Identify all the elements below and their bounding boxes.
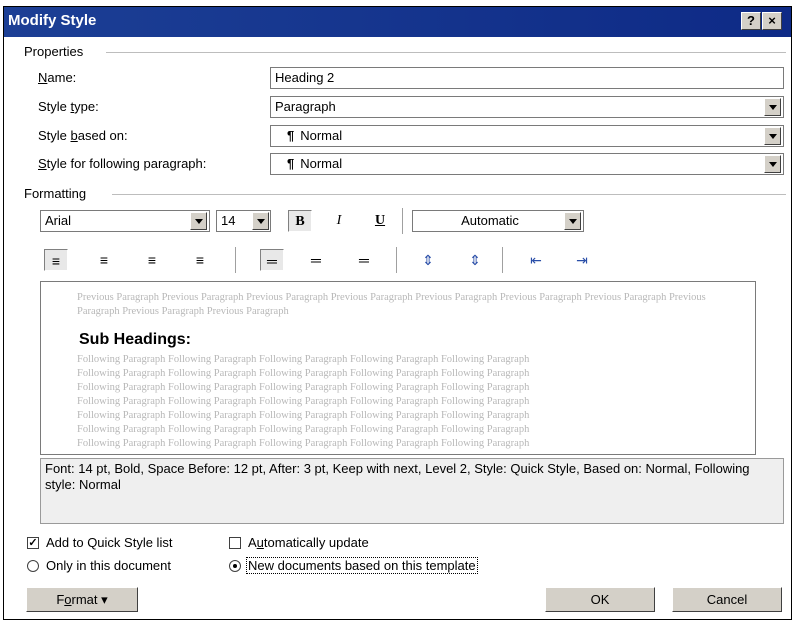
only-document-radio[interactable] (27, 560, 39, 572)
previous-paragraph-text: Previous Paragraph Previous Paragraph Pr… (77, 292, 706, 317)
increase-spacing-icon[interactable]: ⇕ (416, 249, 440, 271)
decrease-indent-icon[interactable]: ⇤ (524, 249, 548, 271)
following-line: Following Paragraph Following Paragraph … (77, 354, 530, 365)
based-on-select[interactable]: ¶ Normal (270, 125, 784, 147)
toolbar-separator (402, 208, 403, 234)
font-size-value: 14 (221, 213, 236, 228)
style-type-select[interactable]: Paragraph (270, 96, 784, 118)
title-bar[interactable] (4, 7, 791, 37)
following-select[interactable]: ¶ Normal (270, 153, 784, 175)
name-label: Name: (38, 70, 77, 85)
font-color-select[interactable]: Automatic (412, 210, 584, 232)
based-on-dropdown-icon[interactable] (764, 127, 781, 145)
align-right-icon[interactable]: ≡ (140, 249, 164, 271)
following-line: Following Paragraph Following Paragraph … (77, 424, 530, 435)
toolbar-separator (235, 247, 236, 273)
properties-group-label: Properties (24, 44, 84, 59)
align-center-icon[interactable]: ≡ (92, 249, 116, 271)
quick-style-label[interactable]: Add to Quick Style list (46, 535, 172, 550)
quick-style-checkbox[interactable]: ✓ (27, 537, 39, 549)
following-line: Following Paragraph Following Paragraph … (77, 368, 530, 379)
align-left-icon[interactable]: ≡ (44, 249, 68, 271)
formatting-divider (112, 194, 786, 195)
dialog-title: Modify Style (8, 12, 97, 29)
font-size-dropdown-icon[interactable] (252, 212, 269, 230)
decrease-spacing-icon[interactable]: ⇕ (463, 249, 487, 271)
format-button[interactable]: Format ▾ (26, 587, 138, 612)
following-line: Following Paragraph Following Paragraph … (77, 410, 530, 421)
font-color-value: Automatic (461, 213, 519, 228)
name-field[interactable]: Heading 2 (270, 67, 784, 89)
italic-button[interactable]: I (327, 210, 351, 232)
following-label: Style for following paragraph: (38, 156, 207, 171)
style-type-dropdown-icon[interactable] (764, 98, 781, 116)
bold-button[interactable]: B (288, 210, 312, 232)
underline-button[interactable]: U (368, 210, 392, 232)
style-type-label: Style type: (38, 99, 99, 114)
one-half-spacing-icon[interactable]: ═ (304, 249, 328, 271)
toolbar-separator (396, 247, 397, 273)
new-documents-label[interactable]: New documents based on this template (246, 557, 478, 574)
font-name-select[interactable]: Arial (40, 210, 210, 232)
following-dropdown-icon[interactable] (764, 155, 781, 173)
auto-update-checkbox[interactable] (229, 537, 241, 549)
properties-divider (106, 52, 786, 53)
following-line: Following Paragraph Following Paragraph … (77, 396, 530, 407)
font-name-dropdown-icon[interactable] (190, 212, 207, 230)
single-spacing-icon[interactable]: ═ (260, 249, 284, 271)
increase-indent-icon[interactable]: ⇥ (570, 249, 594, 271)
justify-icon[interactable]: ≡ (188, 249, 212, 271)
sample-heading: Sub Headings: (79, 331, 192, 348)
following-value: Normal (300, 156, 343, 171)
pilcrow-icon: ¶ (287, 156, 295, 171)
style-type-value: Paragraph (275, 99, 336, 114)
close-icon[interactable]: × (762, 12, 782, 30)
following-line: Following Paragraph Following Paragraph … (77, 382, 530, 393)
following-paragraph-text: Following Paragraph Following Paragraph … (77, 353, 737, 451)
based-on-value: Normal (300, 128, 343, 143)
help-icon[interactable]: ? (741, 12, 761, 30)
auto-update-label[interactable]: Automatically update (248, 535, 369, 550)
format-button-label: Format (56, 592, 98, 607)
style-description: Font: 14 pt, Bold, Space Before: 12 pt, … (40, 458, 784, 524)
formatting-group-label: Formatting (24, 186, 87, 201)
following-line: Following Paragraph Following Paragraph … (77, 438, 530, 449)
ok-button[interactable]: OK (545, 587, 655, 612)
toolbar-separator (502, 247, 503, 273)
dropdown-arrow-icon: ▾ (101, 592, 108, 607)
cancel-button[interactable]: Cancel (672, 587, 782, 612)
based-on-label: Style based on: (38, 128, 128, 143)
double-spacing-icon[interactable]: ═ (352, 249, 376, 271)
style-preview: Previous Paragraph Previous Paragraph Pr… (40, 281, 756, 455)
new-documents-radio[interactable] (229, 560, 241, 572)
font-name-value: Arial (45, 213, 72, 228)
font-color-dropdown-icon[interactable] (564, 212, 581, 230)
pilcrow-icon: ¶ (287, 128, 295, 143)
only-document-label[interactable]: Only in this document (46, 558, 171, 573)
